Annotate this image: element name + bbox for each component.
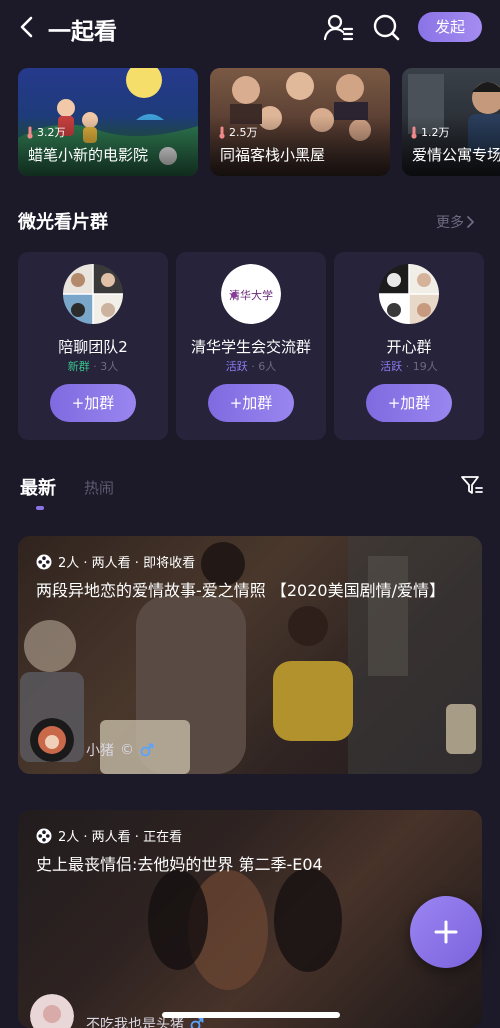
home-indicator: [162, 1012, 340, 1018]
video-title: 两段异地恋的爱情故事-爱之情照 【2020美国剧情/爱情】: [36, 581, 445, 600]
tab-hot[interactable]: 热闹: [84, 477, 114, 498]
plus-icon: [434, 920, 458, 944]
join-group-button[interactable]: +加群: [208, 384, 294, 422]
group-meta: 活跃 · 6人: [176, 358, 326, 374]
group-meta: 活跃 · 19人: [334, 358, 484, 374]
heat-value: 1.2万: [421, 126, 450, 139]
group-avatar-collage: [379, 264, 439, 324]
thermometer-icon: [27, 126, 33, 139]
theater-name: 蜡笔小新的电影院: [28, 146, 149, 164]
host-avatar[interactable]: [30, 718, 74, 762]
start-button[interactable]: 发起: [418, 12, 482, 42]
group-member-count: 3人: [100, 360, 119, 373]
video-meta-text: 2人 · 两人看 · 正在看: [58, 830, 183, 845]
search-icon[interactable]: [372, 13, 402, 41]
film-reel-icon: [36, 828, 52, 843]
user-list-icon[interactable]: [324, 13, 354, 41]
film-reel-icon: [36, 554, 52, 569]
group-name: 开心群: [386, 338, 432, 356]
heat-value: 2.5万: [229, 126, 258, 139]
video-title: 史上最丧情侣:去他妈的世界 第二季-E04: [36, 855, 323, 874]
group-card[interactable]: 开心群 活跃 · 19人 +加群: [334, 252, 484, 440]
thermometer-icon: [411, 126, 417, 139]
tab-latest[interactable]: 最新: [20, 474, 56, 500]
thermometer-icon: [219, 126, 225, 139]
group-name: 陪聊团队2: [58, 338, 128, 356]
video-meta: 2人 · 两人看 · 正在看: [36, 826, 182, 845]
featured-theater-carousel[interactable]: 3.2万 蜡笔小新的电影院 2.5万 同福客栈小黑屋 1.2万 爱情公寓专场: [18, 68, 500, 176]
theater-card[interactable]: 3.2万 蜡笔小新的电影院: [18, 68, 198, 176]
video-meta-text: 2人 · 两人看 · 即将收看: [58, 556, 196, 571]
theater-card[interactable]: 1.2万 爱情公寓专场: [402, 68, 500, 176]
join-group-button[interactable]: +加群: [50, 384, 136, 422]
theater-card[interactable]: 2.5万 同福客栈小黑屋: [210, 68, 390, 176]
group-avatar-collage: [63, 264, 123, 324]
section-title-groups: 微光看片群: [18, 212, 108, 233]
header-bar: 一起看 发起: [0, 0, 500, 56]
join-group-button[interactable]: +加群: [366, 384, 452, 422]
movie-still: [18, 536, 482, 774]
heat-count: 1.2万: [410, 124, 450, 140]
group-member-count: 19人: [412, 360, 438, 373]
create-fab-button[interactable]: [410, 896, 482, 968]
group-meta: 新群 · 3人: [18, 358, 168, 374]
group-tag: 新群: [67, 360, 90, 373]
heat-count: 3.2万: [26, 124, 66, 140]
video-meta: 2人 · 两人看 · 即将收看: [36, 552, 195, 571]
group-card[interactable]: 清华大学 清华学生会交流群 活跃 · 6人 +加群: [176, 252, 326, 440]
heat-count: 2.5万: [218, 124, 258, 140]
theater-name: 爱情公寓专场: [412, 146, 500, 164]
heat-value: 3.2万: [37, 126, 66, 139]
more-groups-link[interactable]: 更多: [436, 212, 474, 232]
group-name: 清华学生会交流群: [190, 338, 311, 356]
group-tag: 活跃: [380, 360, 403, 373]
group-card[interactable]: 陪聊团队2 新群 · 3人 +加群: [18, 252, 168, 440]
host-name-text: 小猪: [86, 743, 114, 759]
filter-icon[interactable]: [460, 474, 484, 496]
male-gender-icon: [140, 743, 154, 757]
host-name: 小猪 ©: [86, 740, 154, 760]
group-tag: 活跃: [225, 360, 248, 373]
theater-name: 同福客栈小黑屋: [220, 146, 326, 164]
more-label: 更多: [436, 215, 464, 231]
page-title: 一起看: [48, 19, 117, 45]
group-member-count: 6人: [258, 360, 277, 373]
host-badge: ©: [120, 742, 134, 758]
chevron-right-icon: [467, 216, 474, 228]
tab-indicator: [36, 506, 44, 510]
video-card[interactable]: 2人 · 两人看 · 即将收看 两段异地恋的爱情故事-爱之情照 【2020美国剧…: [18, 536, 482, 774]
back-arrow-icon[interactable]: [16, 14, 40, 40]
meta-separator: ·: [405, 360, 413, 373]
tsinghua-logo-avatar: 清华大学: [221, 264, 281, 324]
male-gender-icon: [190, 1017, 204, 1028]
